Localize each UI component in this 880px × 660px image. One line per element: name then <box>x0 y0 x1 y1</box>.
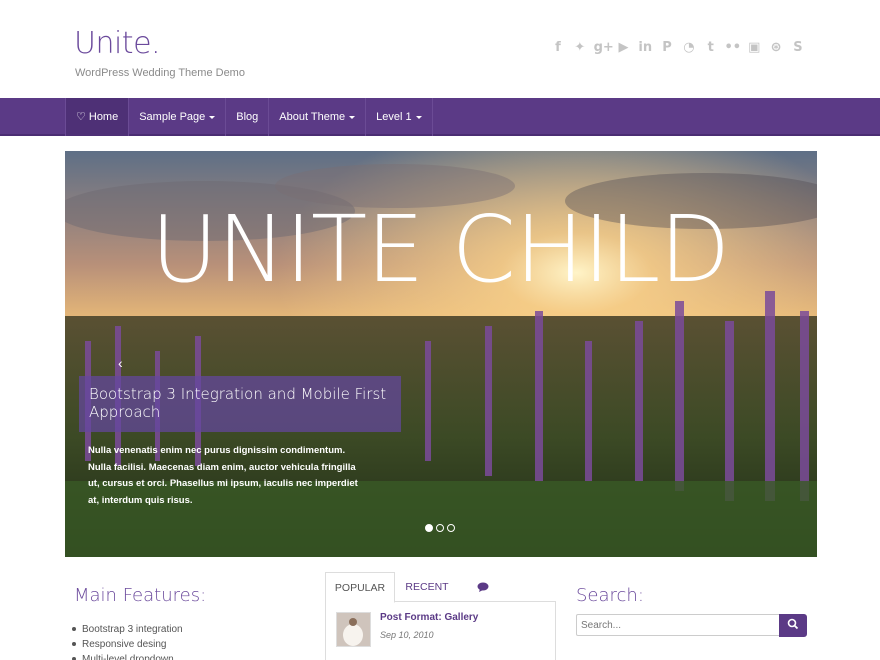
nav-item-sample-page[interactable]: Sample Page <box>128 98 225 136</box>
google-plus-icon[interactable]: g+ <box>594 40 614 56</box>
skype-icon[interactable]: S <box>790 40 806 56</box>
youtube-icon[interactable]: ▶ <box>615 40 631 56</box>
site-description: WordPress Wedding Theme Demo <box>75 67 245 79</box>
caret-down-icon <box>415 115 422 119</box>
dribbble-icon[interactable]: ⊛ <box>768 40 784 56</box>
search-icon <box>787 618 799 630</box>
main-navbar: ♡ Home Sample Page Blog About Theme Level… <box>0 98 880 136</box>
slide-caption-title: Bootstrap 3 Integration and Mobile First… <box>89 385 387 421</box>
slide-caption-text: Nulla venenatis enim nec purus dignissim… <box>88 445 358 506</box>
linkedin-icon[interactable]: in <box>637 40 653 56</box>
tab-comments[interactable] <box>465 572 501 602</box>
list-item: Responsive desing <box>72 637 183 652</box>
twitter-icon[interactable]: ✦ <box>572 40 588 56</box>
site-title[interactable]: Unite. <box>74 26 161 61</box>
nav-item-home[interactable]: ♡ Home <box>65 98 129 136</box>
post-thumbnail-image <box>337 613 370 646</box>
slider-dot[interactable] <box>425 524 433 532</box>
search-input[interactable] <box>576 614 780 636</box>
caret-down-icon <box>349 115 356 119</box>
flickr-icon[interactable]: •• <box>725 40 742 56</box>
social-icons: f ✦ g+ ▶ in P ◔ t •• ▣ ⊛ S <box>550 40 806 58</box>
tab-content: Post Format: Gallery Sep 10, 2010 <box>325 602 556 660</box>
tab-row: POPULAR RECENT <box>325 572 556 603</box>
nav-item-level-1[interactable]: Level 1 <box>365 98 433 136</box>
search-title: Search: <box>576 585 644 606</box>
nav-item-blog[interactable]: Blog <box>225 98 268 136</box>
slider-dot[interactable] <box>436 524 444 532</box>
slider-dots <box>425 524 455 532</box>
pinterest-icon[interactable]: P <box>659 40 675 56</box>
caret-down-icon <box>209 115 216 119</box>
instagram-icon[interactable]: ▣ <box>746 40 762 56</box>
tab-popular[interactable]: POPULAR <box>325 572 395 603</box>
slider-prev-icon[interactable]: ‹ <box>118 355 123 371</box>
post-title-link[interactable]: Post Format: Gallery <box>380 612 478 623</box>
post-thumbnail[interactable] <box>336 612 371 647</box>
search-button[interactable] <box>779 614 807 637</box>
facebook-icon[interactable]: f <box>550 40 566 56</box>
comments-icon <box>477 582 489 593</box>
overlay-title: UNITE CHILD <box>150 196 731 303</box>
site-header: Unite. WordPress Wedding Theme Demo f ✦ … <box>0 0 880 98</box>
slider-dot[interactable] <box>447 524 455 532</box>
tab-recent[interactable]: RECENT <box>397 572 457 602</box>
slide-caption: Bootstrap 3 Integration and Mobile First… <box>79 376 401 432</box>
features-list: Bootstrap 3 integration Responsive desin… <box>72 622 183 660</box>
tumblr-icon[interactable]: t <box>703 40 719 56</box>
posts-tabs-widget: POPULAR RECENT Post Format: Gallery Sep … <box>325 572 556 660</box>
list-item: Bootstrap 3 integration <box>72 624 183 635</box>
nav-item-about-theme[interactable]: About Theme <box>268 98 365 136</box>
list-item: Multi-level dropdown... <box>72 652 183 660</box>
rss-icon[interactable]: ◔ <box>681 40 697 56</box>
features-title: Main Features: <box>74 585 207 606</box>
heart-icon: ♡ <box>76 111 86 123</box>
post-date: Sep 10, 2010 <box>380 630 434 640</box>
